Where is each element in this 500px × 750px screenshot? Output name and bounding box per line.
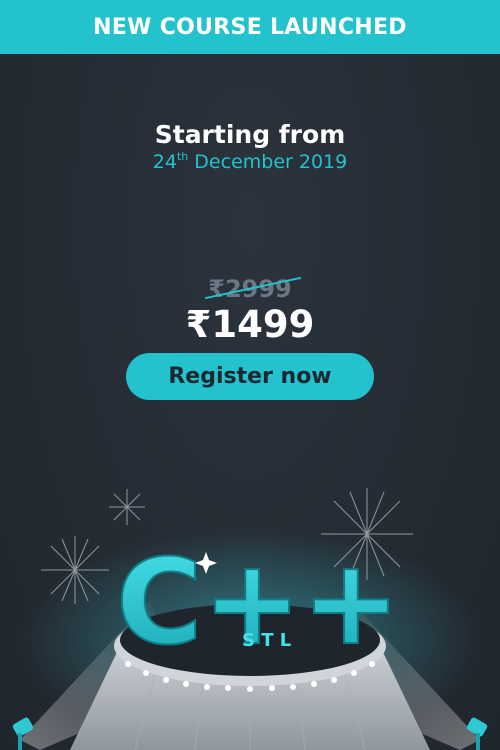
stage-illustration: C++ S T L [12, 488, 488, 750]
course-promo-page: NEW COURSE LAUNCHED Starting from 24th D… [0, 0, 500, 750]
firework-left [41, 536, 109, 604]
stl-text: S T L [242, 630, 291, 651]
firework-small [109, 489, 145, 525]
